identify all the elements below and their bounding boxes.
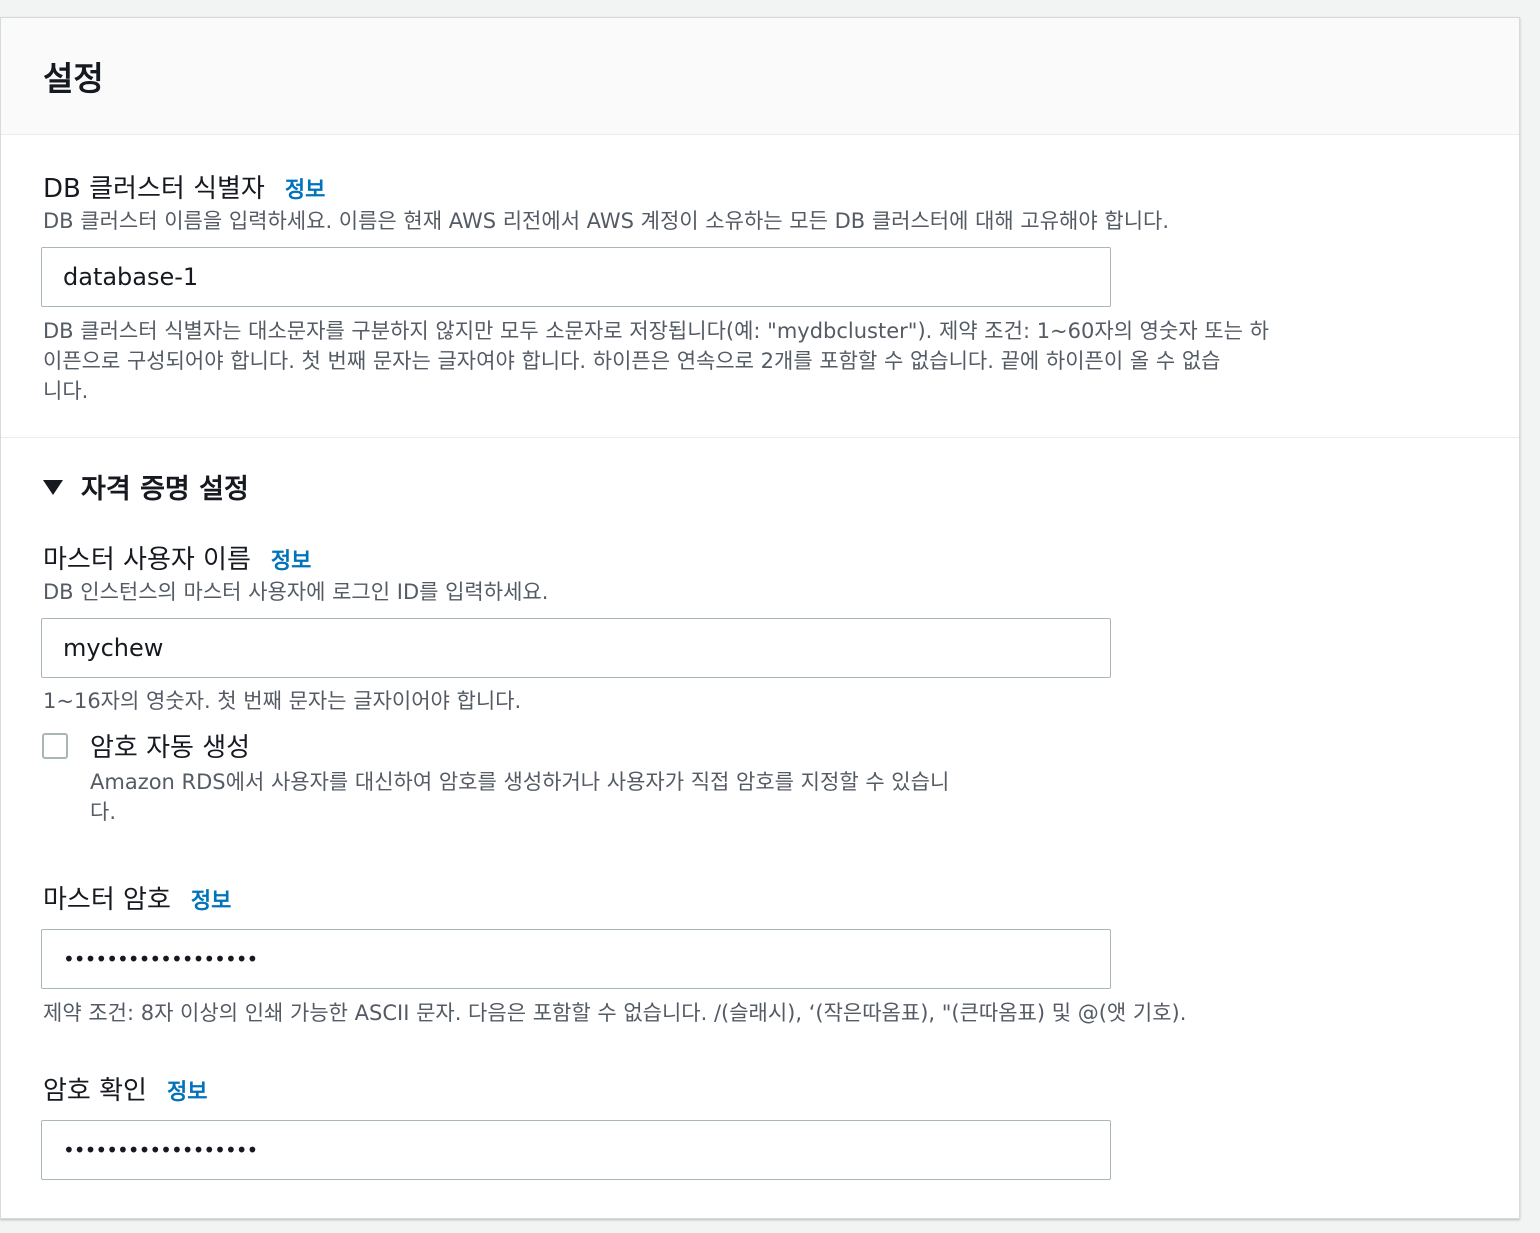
auto-password-checkbox[interactable] — [42, 733, 68, 759]
panel-header: 설정 — [1, 18, 1519, 135]
master-password-info-link[interactable]: 정보 — [191, 889, 231, 914]
auto-password-description-line: Amazon RDS에서 사용자를 대신하여 암호를 생성하거나 사용자가 직접… — [90, 770, 950, 794]
master-username-label-row: 마스터 사용자 이름 정보 — [43, 539, 311, 576]
master-password-label-row: 마스터 암호 정보 — [43, 879, 231, 916]
section-divider — [1, 437, 1519, 438]
caret-down-icon — [43, 480, 63, 495]
master-password-input[interactable] — [41, 929, 1111, 989]
panel-title: 설정 — [43, 59, 104, 98]
auto-password-description-line: 다. — [90, 800, 116, 824]
master-password-label: 마스터 암호 — [43, 885, 171, 915]
cluster-identifier-constraint-line: 니다. — [43, 379, 89, 403]
confirm-password-info-link[interactable]: 정보 — [167, 1080, 207, 1105]
auto-password-description: Amazon RDS에서 사용자를 대신하여 암호를 생성하거나 사용자가 직접… — [90, 767, 1130, 827]
cluster-identifier-constraint-line: 이픈으로 구성되어야 합니다. 첫 번째 문자는 글자여야 합니다. 하이픈은 … — [43, 349, 1221, 373]
master-username-constraint: 1~16자의 영숫자. 첫 번째 문자는 글자이어야 합니다. — [43, 689, 522, 713]
master-username-input[interactable] — [41, 618, 1111, 678]
credentials-section-title: 자격 증명 설정 — [81, 474, 249, 505]
cluster-identifier-description: DB 클러스터 이름을 입력하세요. 이름은 현재 AWS 리전에서 AWS 계… — [43, 209, 1170, 233]
master-username-label: 마스터 사용자 이름 — [43, 545, 251, 575]
cluster-identifier-label-row: DB 클러스터 식별자 정보 — [43, 168, 325, 205]
auto-password-label[interactable]: 암호 자동 생성 — [90, 727, 250, 764]
cluster-identifier-info-link[interactable]: 정보 — [285, 178, 325, 203]
cluster-identifier-constraint-line: DB 클러스터 식별자는 대소문자를 구분하지 않지만 모두 소문자로 저장됩니… — [43, 319, 1269, 343]
master-username-info-link[interactable]: 정보 — [271, 549, 311, 574]
cluster-identifier-label: DB 클러스터 식별자 — [43, 174, 265, 204]
confirm-password-label: 암호 확인 — [43, 1076, 147, 1106]
cluster-identifier-constraint: DB 클러스터 식별자는 대소문자를 구분하지 않지만 모두 소문자로 저장됩니… — [43, 316, 1483, 406]
confirm-password-input[interactable] — [41, 1120, 1111, 1180]
credentials-section-toggle[interactable]: 자격 증명 설정 — [43, 467, 249, 506]
master-username-description: DB 인스턴스의 마스터 사용자에 로그인 ID를 입력하세요. — [43, 580, 549, 604]
settings-panel: 설정 DB 클러스터 식별자 정보 DB 클러스터 이름을 입력하세요. 이름은 … — [0, 17, 1520, 1219]
confirm-password-label-row: 암호 확인 정보 — [43, 1070, 207, 1107]
cluster-identifier-input[interactable] — [41, 247, 1111, 307]
master-password-constraint: 제약 조건: 8자 이상의 인쇄 가능한 ASCII 문자. 다음은 포함할 수… — [43, 1001, 1187, 1025]
